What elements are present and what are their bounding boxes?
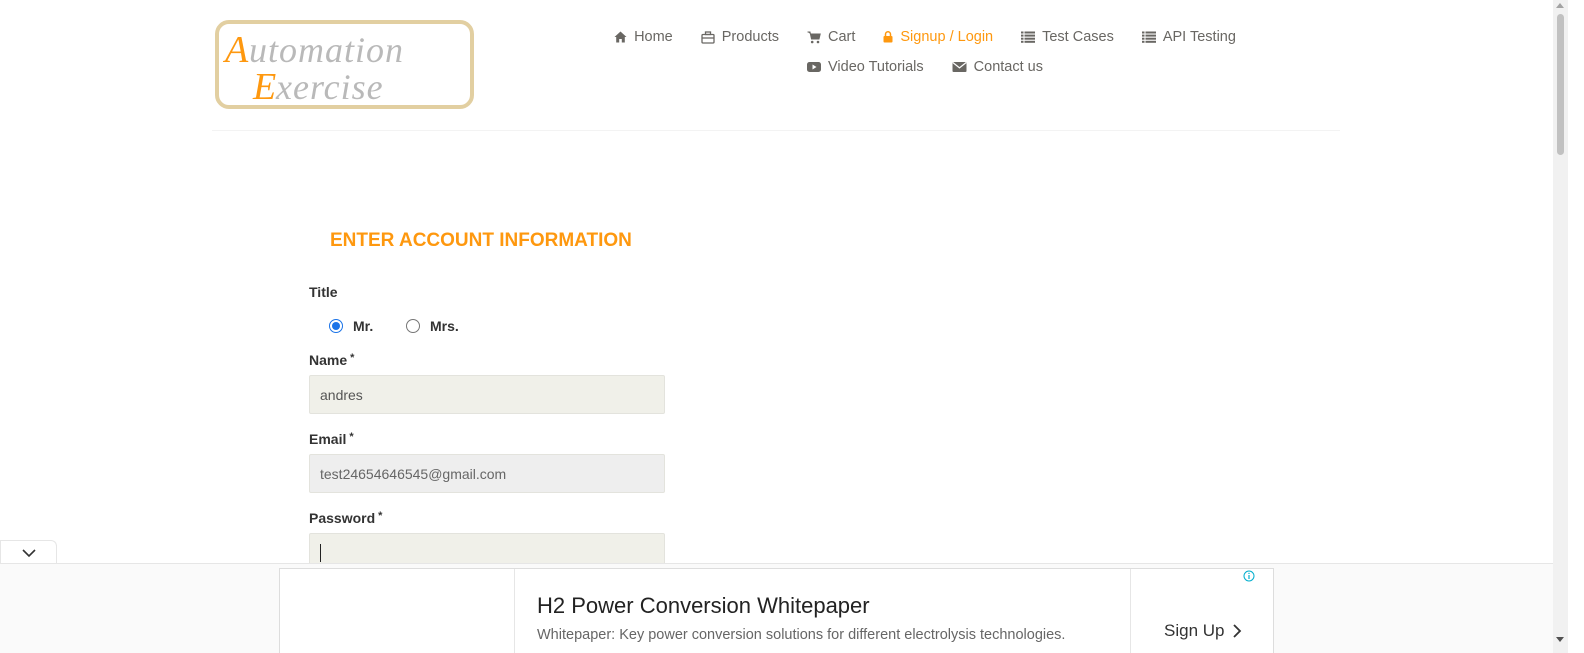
nav-item-label: Contact us: [973, 59, 1043, 75]
nav-item-signup-login[interactable]: Signup / Login: [869, 28, 1007, 46]
email-label-text: Email: [309, 431, 347, 447]
logo-initial-a: A: [222, 29, 249, 71]
nav-item-home[interactable]: Home: [600, 28, 687, 46]
ad-image-area: [280, 569, 515, 653]
logo-line1: utomation: [249, 30, 404, 70]
ad-signup-label: Sign Up: [1164, 621, 1225, 640]
radio-mrs[interactable]: Mrs.: [406, 318, 459, 334]
radio-mrs-control[interactable]: [406, 319, 420, 333]
list-icon: [1021, 31, 1036, 43]
password-label-text: Password: [309, 510, 376, 526]
scroll-down-arrow[interactable]: [1556, 637, 1564, 642]
nav-item-contact-us[interactable]: Contact us: [938, 58, 1057, 76]
products-icon: [701, 30, 715, 44]
scroll-thumb[interactable]: [1557, 14, 1564, 155]
nav-item-label: Test Cases: [1042, 29, 1114, 45]
automation-exercise-logo: A utomation E xercise: [222, 29, 404, 105]
radio-mr-control[interactable]: [329, 319, 343, 333]
logo-line2: xercise: [275, 67, 384, 105]
password-required-mark: *: [378, 510, 383, 522]
site-logo[interactable]: A utomation E xercise: [215, 20, 474, 109]
home-icon: [614, 31, 627, 43]
name-label-text: Name: [309, 352, 348, 368]
name-input-value: andres: [320, 386, 363, 403]
info-icon[interactable]: [1243, 570, 1255, 582]
radio-mrs-label: Mrs.: [430, 318, 459, 334]
nav-row-2: Video Tutorials Contact us: [600, 58, 1250, 76]
name-required-mark: *: [350, 352, 355, 364]
radio-mr-label: Mr.: [353, 318, 374, 334]
nav-item-label: Cart: [827, 29, 856, 45]
nav-item-label: API Testing: [1162, 29, 1236, 45]
text-caret: [320, 543, 321, 562]
chevron-right-icon: [1233, 624, 1242, 638]
email-input[interactable]: test24654646545@gmail.com: [309, 454, 665, 493]
page-scrollbar[interactable]: [1553, 0, 1568, 653]
email-label: Email *: [309, 431, 354, 447]
scroll-up-arrow[interactable]: [1556, 3, 1564, 8]
ad-headline[interactable]: H2 Power Conversion Whitepaper: [537, 593, 870, 619]
name-label: Name *: [309, 352, 354, 368]
name-input[interactable]: andres: [309, 375, 665, 414]
logo-initial-e: E: [252, 66, 276, 105]
nav-item-api-testing[interactable]: API Testing: [1128, 28, 1250, 46]
radio-mr[interactable]: Mr.: [329, 318, 373, 334]
ad-description: Whitepaper: Key power conversion solutio…: [537, 627, 1066, 643]
nav-item-label: Video Tutorials: [828, 59, 924, 75]
ad-banner[interactable]: H2 Power Conversion Whitepaper Whitepape…: [279, 568, 1274, 653]
nav-item-label: Products: [721, 29, 779, 45]
email-input-value: test24654646545@gmail.com: [320, 465, 507, 482]
nav-row-1: Home Products Cart Signup / Login Test Cases…: [600, 28, 1250, 46]
main-nav: Home Products Cart Signup / Login Test Cases…: [600, 28, 1250, 88]
lock-icon: [883, 31, 893, 43]
youtube-icon: [807, 61, 821, 73]
list-icon: [1141, 31, 1156, 43]
nav-item-label: Home: [634, 29, 673, 45]
email-required-mark: *: [349, 431, 354, 443]
page: A utomation E xercise Home Products Cart Si…: [0, 0, 1584, 653]
ad-collapse-button[interactable]: [0, 540, 57, 564]
nav-item-products[interactable]: Products: [687, 28, 793, 46]
cart-icon: [807, 31, 821, 44]
title-label: Title: [309, 284, 338, 300]
password-label: Password *: [309, 510, 382, 526]
nav-item-label: Signup / Login: [900, 29, 994, 45]
ad-signup-button[interactable]: Sign Up: [1164, 621, 1242, 641]
header-divider: [212, 130, 1340, 131]
nav-item-test-cases[interactable]: Test Cases: [1007, 28, 1128, 46]
nav-item-video-tutorials[interactable]: Video Tutorials: [793, 58, 938, 76]
nav-item-cart[interactable]: Cart: [793, 28, 869, 46]
chevron-down-icon: [21, 548, 36, 557]
form-title: ENTER ACCOUNT INFORMATION: [330, 230, 632, 251]
envelope-icon: [952, 61, 967, 73]
